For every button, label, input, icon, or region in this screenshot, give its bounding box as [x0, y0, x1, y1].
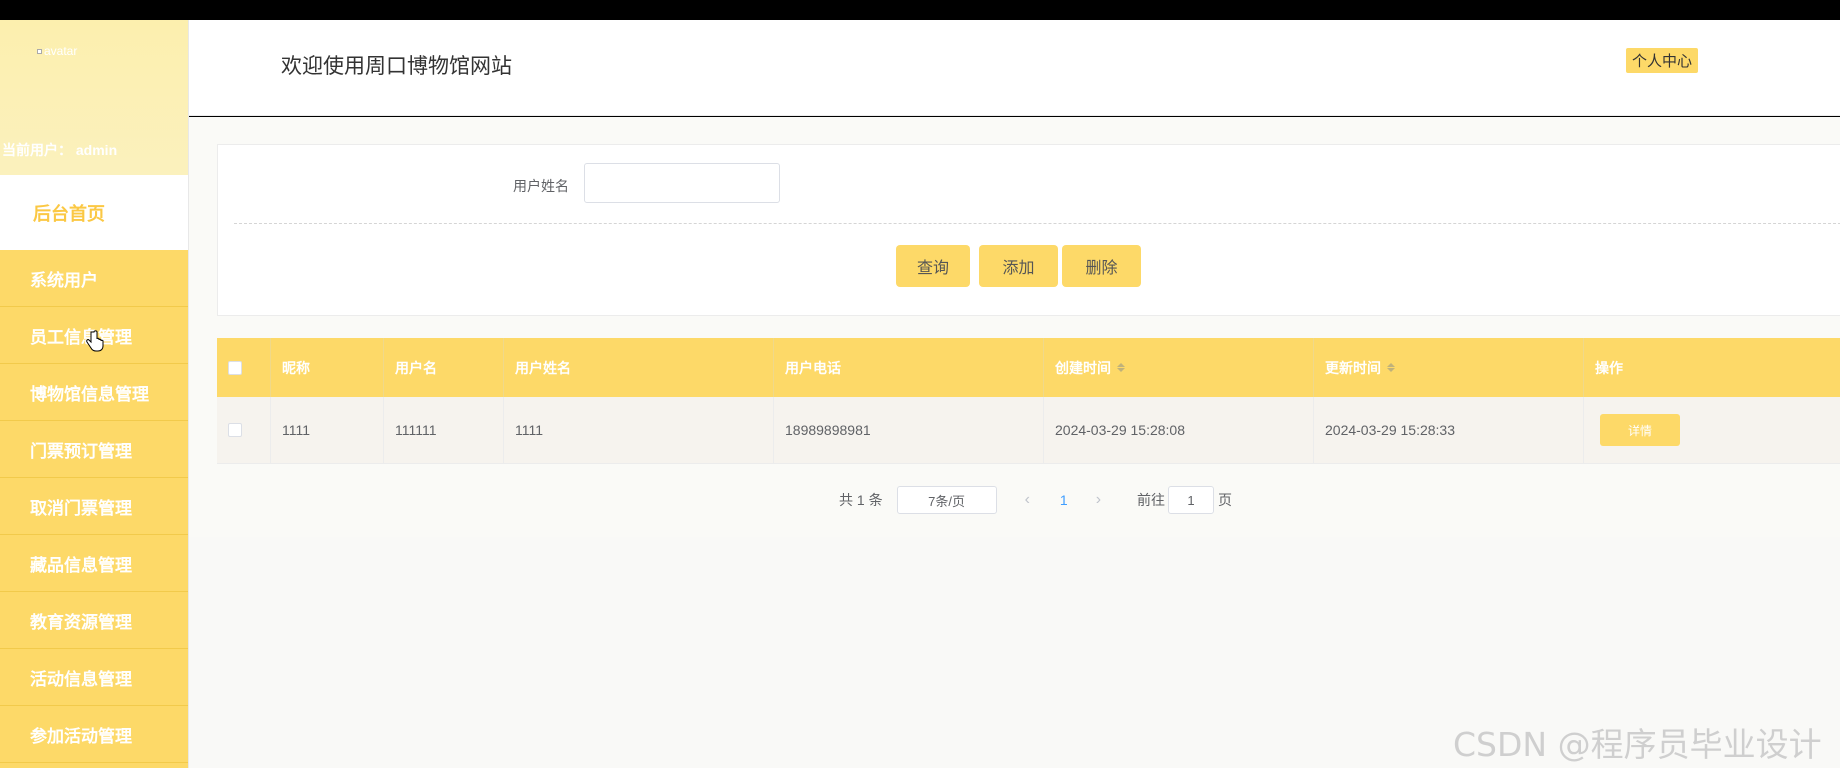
next-page-icon[interactable]: › [1096, 491, 1101, 509]
search-panel: 用户姓名 查询 添加 删除 [217, 144, 1840, 316]
column-header-updated[interactable]: 更新时间 [1314, 338, 1584, 397]
goto-page-input[interactable]: 1 [1168, 486, 1215, 514]
cell-nickname: 1111 [271, 397, 384, 463]
column-header-updated-label: 更新时间 [1325, 359, 1381, 376]
column-header-created-label: 创建时间 [1055, 359, 1111, 376]
window-top-bar [0, 0, 1840, 20]
user-table: 昵称 用户名 用户姓名 用户电话 创建时间 更新时间 操作 1111 11111… [217, 338, 1840, 464]
sidebar-item-education-resources[interactable]: 教育资源管理 [0, 592, 188, 649]
sidebar-item-system-users[interactable]: 系统用户 [0, 250, 188, 307]
prev-page-icon[interactable]: ‹ [1025, 491, 1030, 509]
sidebar-header: avatar 当前用户： admin [0, 20, 188, 175]
column-header-created[interactable]: 创建时间 [1044, 338, 1314, 397]
top-header: 欢迎使用周口博物馆网站 个人中心 [189, 20, 1840, 116]
sort-icon[interactable] [1117, 363, 1125, 372]
broken-image-icon [37, 48, 42, 54]
column-header-actions: 操作 [1595, 359, 1623, 376]
detail-button[interactable]: 详情 [1600, 414, 1680, 446]
page-size-select[interactable]: 7条/页 [896, 486, 997, 514]
goto-label: 前往 [1137, 492, 1166, 508]
column-header-username[interactable]: 用户名 [384, 338, 504, 397]
pagination: 共 1 条 7条/页 ‹ 1 › 前往 1 页 [839, 486, 1232, 514]
cell-actions: 详情 [1584, 397, 1840, 463]
sidebar: avatar 当前用户： admin 后台首页 系统用户 员工信息管理 博物馆信… [0, 20, 189, 768]
cell-updated: 2024-03-29 15:28:33 [1314, 397, 1584, 463]
cell-realname: 1111 [504, 397, 774, 463]
sidebar-item-collection-info[interactable]: 藏品信息管理 [0, 535, 188, 592]
cell-created: 2024-03-29 15:28:08 [1044, 397, 1314, 463]
column-header-nickname[interactable]: 昵称 [271, 338, 384, 397]
table-header: 昵称 用户名 用户姓名 用户电话 创建时间 更新时间 操作 [217, 338, 1840, 397]
cell-phone: 18989898981 [774, 397, 1044, 463]
hand-cursor-icon [86, 330, 104, 352]
query-button[interactable]: 查询 [896, 245, 970, 287]
sidebar-item-activity-info[interactable]: 活动信息管理 [0, 649, 188, 706]
sidebar-item-museum-info[interactable]: 博物馆信息管理 [0, 364, 188, 421]
avatar: avatar [37, 44, 77, 58]
watermark: CSDN @程序员毕业设计 [1453, 725, 1822, 764]
sidebar-item-activity-participation[interactable]: 参加活动管理 [0, 706, 188, 763]
current-user-label: 当前用户： admin [2, 142, 118, 158]
row-select-cell [217, 397, 271, 463]
sidebar-item-home[interactable]: 后台首页 [0, 175, 188, 250]
delete-button[interactable]: 删除 [1062, 245, 1141, 287]
search-label-username: 用户姓名 [513, 178, 569, 194]
sidebar-item-ticket-cancel[interactable]: 取消门票管理 [0, 478, 188, 535]
select-all-checkbox[interactable] [228, 360, 242, 375]
cell-username: 111111 [384, 397, 504, 463]
row-checkbox[interactable] [228, 423, 242, 437]
add-button[interactable]: 添加 [979, 245, 1058, 287]
pagination-total: 共 1 条 [839, 492, 883, 508]
divider [234, 223, 1840, 224]
avatar-alt-text: avatar [44, 44, 78, 58]
select-all-cell [217, 338, 271, 397]
table-row: 1111 111111 1111 18989898981 2024-03-29 … [217, 397, 1840, 464]
column-header-realname[interactable]: 用户姓名 [504, 338, 774, 397]
sidebar-item-ticket-booking[interactable]: 门票预订管理 [0, 421, 188, 478]
page-title: 欢迎使用周口博物馆网站 [281, 55, 512, 78]
search-input-username[interactable] [584, 163, 780, 203]
page-suffix-label: 页 [1218, 492, 1233, 508]
profile-center-button[interactable]: 个人中心 [1626, 48, 1699, 73]
page-number-current[interactable]: 1 [1060, 492, 1068, 508]
sort-icon[interactable] [1387, 363, 1395, 372]
main-content: 用户姓名 查询 添加 删除 昵称 用户名 用户姓名 用户电话 创建时间 更新时间… [189, 117, 1840, 768]
column-header-phone[interactable]: 用户电话 [774, 338, 1044, 397]
